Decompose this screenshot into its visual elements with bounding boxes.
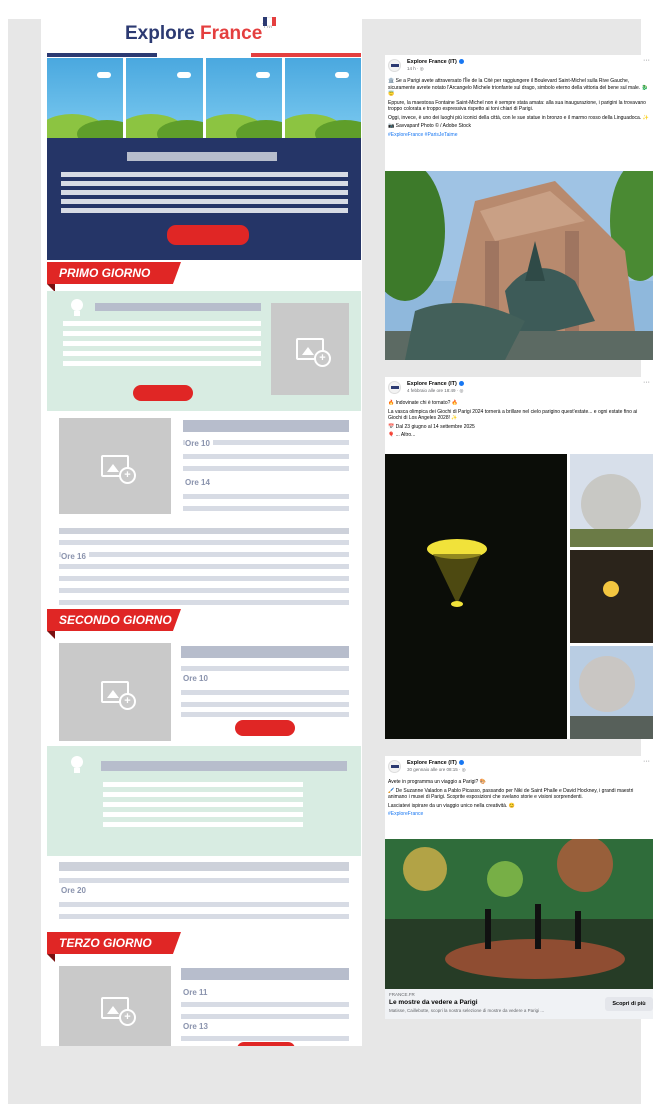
post-date[interactable]: 4 febbraio alle ore 18:49 · ◎	[407, 388, 463, 394]
fountain-photo[interactable]	[385, 161, 653, 360]
post-author[interactable]: Explore France (IT)	[407, 59, 464, 65]
more-options-icon[interactable]: ···	[643, 758, 650, 765]
cta-button[interactable]	[167, 225, 249, 245]
more-options-icon[interactable]: ···	[643, 57, 650, 64]
text-placeholder	[183, 420, 349, 432]
text-placeholder	[101, 761, 347, 771]
french-flag-icon	[263, 17, 276, 26]
image-placeholder	[59, 966, 171, 1046]
page-avatar[interactable]	[388, 760, 401, 773]
add-image-icon	[101, 997, 136, 1026]
logo-text: Explore FranceTM	[125, 23, 272, 45]
tip-block	[47, 291, 361, 411]
time-label: Ore 13	[183, 1022, 211, 1031]
link-preview[interactable]: FRANCE.FR Le mostre da vedere a Parigi M…	[385, 989, 653, 1019]
link-title: Le mostre da vedere a Parigi	[389, 999, 478, 1006]
newsletter-mockup: Explore FranceTM PRIMO GIORNO + + Ore 10…	[41, 6, 362, 1046]
exhibition-photo[interactable]	[385, 836, 653, 989]
text-placeholder	[61, 208, 348, 213]
landscape-image-placeholder	[126, 58, 203, 138]
cta-button[interactable]	[237, 1042, 295, 1046]
landscape-image-placeholder	[284, 58, 361, 138]
post-text: 🔥 Indovinate chi è tornato? 🔥 La vasca o…	[388, 400, 638, 438]
more-options-icon[interactable]: ···	[643, 379, 650, 386]
landscape-image-placeholder	[47, 58, 124, 138]
text-placeholder	[61, 172, 348, 177]
post-author[interactable]: Explore France (IT)	[407, 760, 464, 766]
link-domain: FRANCE.FR	[389, 992, 415, 997]
verified-badge-icon	[458, 381, 464, 387]
blue-stripe	[47, 53, 157, 57]
ribbon-fold	[47, 954, 55, 962]
post-date[interactable]: 30 gennaio alle ore 08:15 · ◎	[407, 767, 466, 773]
logo-word-france: France	[199, 23, 263, 44]
facebook-post: Explore France (IT) 14 h · ◎ ··· 🏛️ Se a…	[385, 55, 653, 360]
page-avatar[interactable]	[388, 381, 401, 394]
verified-badge-icon	[458, 59, 464, 65]
intro-block	[47, 138, 361, 260]
verified-badge-icon	[458, 760, 464, 766]
ribbon-fold	[47, 631, 55, 639]
post-text: 🏛️ Se a Parigi avete attraversato l'Île …	[388, 78, 650, 139]
hashtags[interactable]: #ExploreFrance #ParisJeTaime	[388, 132, 650, 139]
hashtags[interactable]: #ExploreFrance	[388, 811, 650, 818]
text-placeholder	[95, 303, 261, 311]
red-stripe	[251, 53, 361, 57]
hero-image-strip	[47, 58, 361, 138]
learn-more-button[interactable]: Scopri di più	[605, 997, 653, 1011]
time-label: Ore 16	[61, 552, 89, 561]
facebook-post: Explore France (IT) 4 febbraio alle ore …	[385, 377, 653, 739]
text-placeholder	[61, 181, 348, 186]
post-date[interactable]: 14 h · ◎	[407, 66, 424, 72]
text-placeholder	[181, 646, 349, 658]
tip-block	[47, 746, 361, 856]
time-label: Ore 14	[185, 478, 213, 487]
lightbulb-icon	[71, 299, 83, 311]
lightbulb-icon	[71, 756, 83, 768]
logo-word-explore: Explore	[125, 23, 195, 44]
day1-ribbon: PRIMO GIORNO	[47, 262, 181, 284]
text-placeholder	[127, 152, 277, 161]
text-placeholder	[181, 968, 349, 980]
add-image-icon	[101, 455, 136, 484]
add-image-icon	[296, 338, 331, 367]
image-placeholder	[271, 303, 349, 395]
time-label: Ore 10	[185, 439, 213, 448]
text-placeholder	[61, 190, 348, 195]
olympic-balloon-photos[interactable]	[385, 454, 653, 739]
day3-ribbon: TERZO GIORNO	[47, 932, 181, 954]
page-avatar[interactable]	[388, 59, 401, 72]
link-description: Matisse, Caillebotte, scopri la nostra s…	[389, 1008, 545, 1013]
image-placeholder	[59, 643, 171, 741]
landscape-image-placeholder	[205, 58, 282, 138]
day2-ribbon: SECONDO GIORNO	[47, 609, 181, 631]
post-text: Avete in programma un viaggio a Parigi? …	[388, 779, 650, 820]
time-label: Ore 11	[183, 988, 211, 997]
text-placeholder	[61, 199, 348, 204]
time-label: Ore 20	[61, 886, 89, 895]
image-placeholder	[59, 418, 171, 514]
cta-button[interactable]	[235, 720, 295, 736]
post-author[interactable]: Explore France (IT)	[407, 381, 464, 387]
logo: Explore FranceTM	[41, 6, 362, 56]
time-label: Ore 10	[183, 674, 211, 683]
facebook-post: Explore France (IT) 30 gennaio alle ore …	[385, 756, 653, 1019]
cta-button[interactable]	[133, 385, 193, 401]
add-image-icon	[101, 681, 136, 710]
